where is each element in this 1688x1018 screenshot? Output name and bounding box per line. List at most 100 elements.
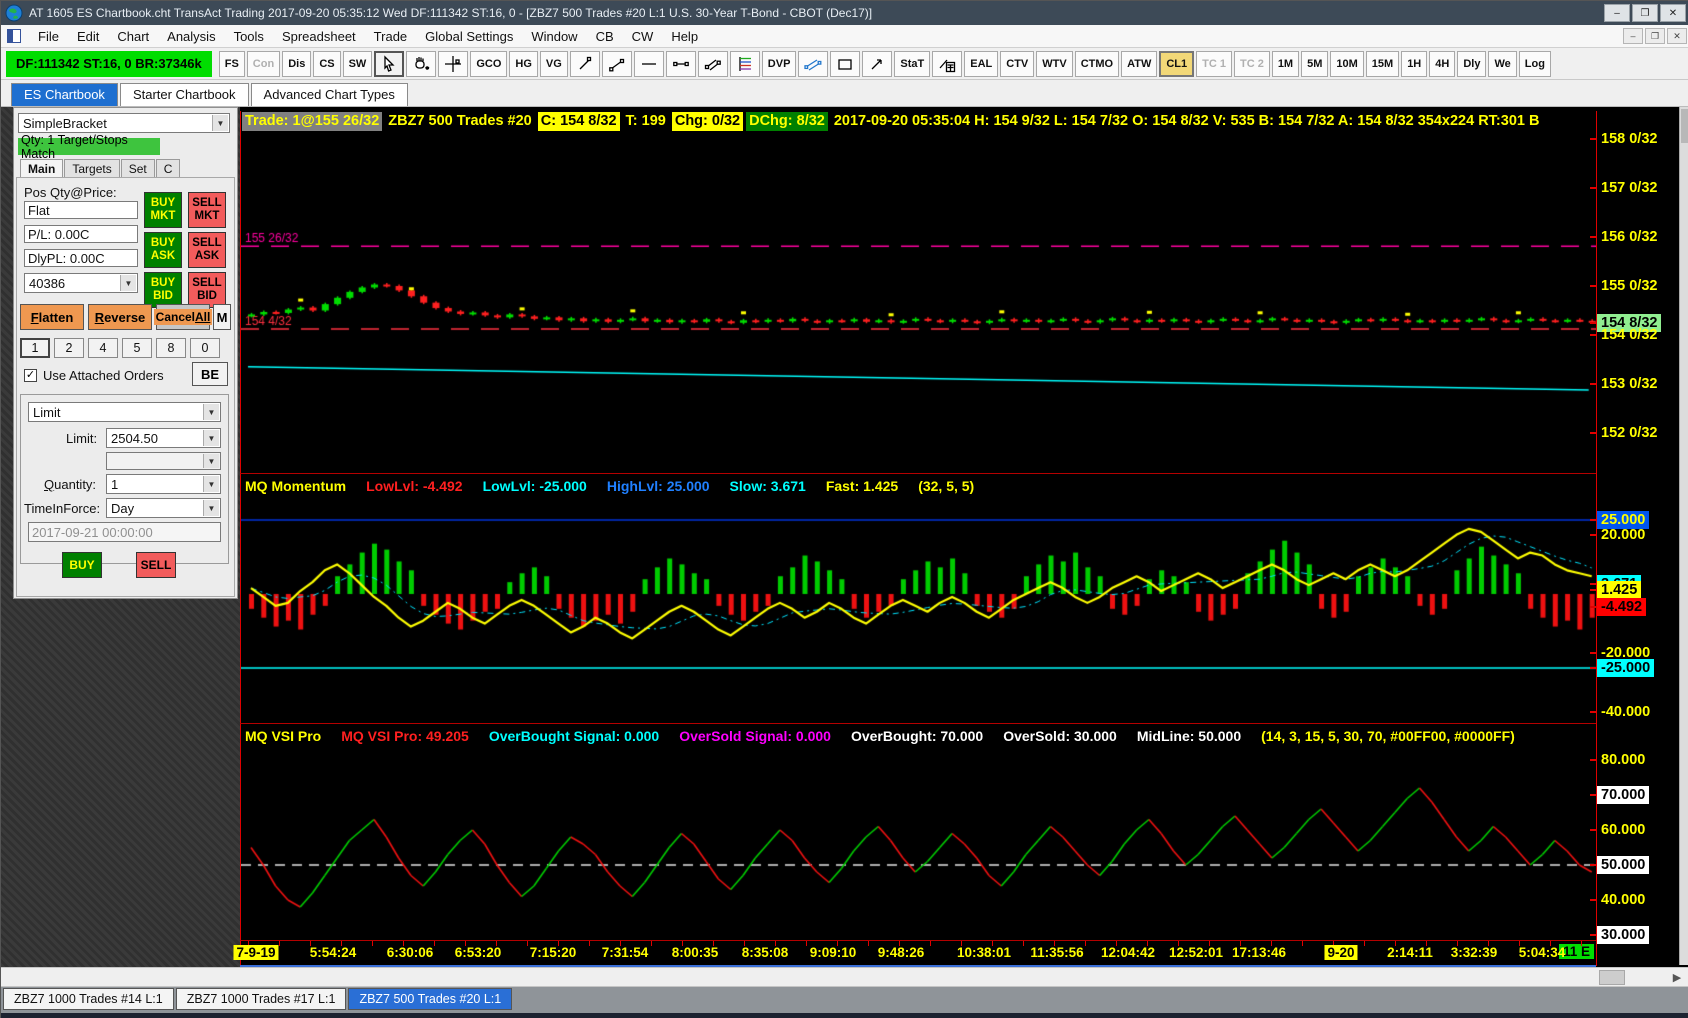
line-segment-icon[interactable] xyxy=(665,50,696,77)
chevron-down-icon[interactable]: ▼ xyxy=(120,275,136,291)
pane-separator[interactable] xyxy=(240,473,1596,474)
vertical-scrollbar[interactable] xyxy=(1679,107,1688,965)
mdi-minimize-button[interactable]: – xyxy=(1623,28,1643,44)
toolbar-button-we[interactable]: We xyxy=(1488,50,1517,77)
toolbar-button-wtv[interactable]: WTV xyxy=(1036,50,1073,77)
panel-tab-main[interactable]: Main xyxy=(20,159,64,178)
horizontal-line-icon[interactable] xyxy=(633,50,664,77)
toolbar-button-10m[interactable]: 10M xyxy=(1330,50,1364,77)
order-type-select[interactable]: Limit ▼ xyxy=(28,402,221,422)
trendline-icon[interactable] xyxy=(569,50,600,77)
buy-bid-button[interactable]: BUY BID xyxy=(144,272,182,308)
qty-preset-2[interactable]: 2 xyxy=(54,338,84,358)
toolbar-button-hg[interactable]: HG xyxy=(509,50,538,77)
reverse-button[interactable]: Reverse xyxy=(88,304,152,330)
toolbar-button-gco[interactable]: GCO xyxy=(470,50,508,77)
sell-ask-button[interactable]: SELL ASK xyxy=(188,232,226,268)
maximize-button[interactable]: ❐ xyxy=(1632,4,1658,22)
scroll-right-arrow-icon[interactable]: ▶ xyxy=(1669,970,1685,985)
be-button[interactable]: BE xyxy=(192,362,228,386)
pl-field[interactable]: P/L: 0.00C xyxy=(24,225,138,243)
panel-tab-targets[interactable]: Targets xyxy=(64,159,120,178)
toolbar-button-cl1[interactable]: CL1 xyxy=(1159,50,1195,77)
horizontal-scrollbar[interactable]: ▶ xyxy=(1,967,1688,987)
pan-hand-icon[interactable] xyxy=(406,50,437,77)
close-button[interactable]: ✕ xyxy=(1660,4,1686,22)
dlypl-field[interactable]: DlyPL: 0.00C xyxy=(24,249,138,267)
limit-price-select[interactable]: 2504.50 ▼ xyxy=(106,428,221,448)
panel-tab-c[interactable]: C xyxy=(155,159,181,178)
toolbar-button-dis[interactable]: Dis xyxy=(282,50,312,77)
qty-preset-0[interactable]: 0 xyxy=(190,338,220,358)
strategy-select[interactable]: SimpleBracket ▼ xyxy=(18,113,230,133)
toolbar-button-eal[interactable]: EAL xyxy=(964,50,999,77)
use-attached-orders[interactable]: ✓ Use Attached Orders xyxy=(24,368,164,383)
sell-button[interactable]: SELL xyxy=(136,552,176,578)
toolbar-button-log[interactable]: Log xyxy=(1518,50,1551,77)
toolbar-button-dvp[interactable]: DVP xyxy=(761,50,797,77)
menu-file[interactable]: File xyxy=(29,27,68,46)
toolbar-button-5m[interactable]: 5M xyxy=(1301,50,1329,77)
menu-chart[interactable]: Chart xyxy=(108,27,158,46)
chart-tab-2[interactable]: ZBZ7 1000 Trades #17 L:1 xyxy=(175,988,347,1010)
menu-edit[interactable]: Edit xyxy=(68,27,108,46)
vertical-scrollbar-thumb[interactable] xyxy=(1681,109,1688,143)
chevron-down-icon[interactable]: ▼ xyxy=(203,430,219,446)
qty-preset-5[interactable]: 5 xyxy=(122,338,152,358)
menu-analysis[interactable]: Analysis xyxy=(158,27,224,46)
panel-tab-set[interactable]: Set xyxy=(120,159,155,178)
toolbar-button-1m[interactable]: 1M xyxy=(1271,50,1300,77)
toolbar-button-stat[interactable]: StaT xyxy=(894,50,931,77)
crosshair-icon[interactable] xyxy=(438,50,469,77)
buy-button[interactable]: BUY xyxy=(62,552,102,578)
line-calc-icon[interactable] xyxy=(932,50,963,77)
menu-cb[interactable]: CB xyxy=(587,27,623,46)
toolbar-button-4h[interactable]: 4H xyxy=(1429,50,1456,77)
minimize-button[interactable]: – xyxy=(1604,4,1630,22)
parallel-lines-icon[interactable] xyxy=(697,50,728,77)
qty-preset-1[interactable]: 1 xyxy=(20,338,50,358)
chevron-down-icon[interactable]: ▼ xyxy=(203,500,219,516)
menu-spreadsheet[interactable]: Spreadsheet xyxy=(273,27,365,46)
price-chart-canvas[interactable] xyxy=(241,131,1596,473)
sell-bid-button[interactable]: SELL BID xyxy=(188,272,226,308)
horizontal-scrollbar-thumb[interactable] xyxy=(1599,970,1625,985)
menu-tools[interactable]: Tools xyxy=(225,27,273,46)
qty-preset-8[interactable]: 8 xyxy=(156,338,186,358)
ray-line-icon[interactable] xyxy=(601,50,632,77)
toolbar-button-15m[interactable]: 15M xyxy=(1365,50,1400,77)
tab-starter-chartbook[interactable]: Starter Chartbook xyxy=(119,83,249,106)
fib-retracement-icon[interactable] xyxy=(729,50,760,77)
menu-window[interactable]: Window xyxy=(522,27,586,46)
cursor-icon[interactable] xyxy=(374,50,405,77)
toolbar-button-dly[interactable]: Dly xyxy=(1457,50,1487,77)
toolbar-button-1h[interactable]: 1H xyxy=(1401,50,1428,77)
qty-preset-4[interactable]: 4 xyxy=(88,338,118,358)
tab-es-chartbook[interactable]: ES Chartbook xyxy=(11,83,118,106)
position-field[interactable]: Flat xyxy=(24,201,138,219)
arrow-icon[interactable] xyxy=(862,50,893,77)
toolbar-button-ctv[interactable]: CTV xyxy=(1000,50,1035,77)
chart-tab-3[interactable]: ZBZ7 500 Trades #20 L:1 xyxy=(348,988,513,1010)
account-select[interactable]: 40386 ▼ xyxy=(24,273,138,293)
buy-ask-button[interactable]: BUY ASK xyxy=(144,232,182,268)
mdi-close-button[interactable]: ✕ xyxy=(1667,28,1687,44)
toolbar-button-sw[interactable]: SW xyxy=(342,50,373,77)
quantity-stepper[interactable]: 1 ▼ xyxy=(106,474,221,494)
sell-mkt-button[interactable]: SELL MKT xyxy=(188,192,226,228)
chevron-down-icon[interactable]: ▼ xyxy=(203,404,219,420)
menu-global-settings[interactable]: Global Settings xyxy=(416,27,522,46)
toolbar-button-cs[interactable]: CS xyxy=(313,50,341,77)
channel-icon[interactable] xyxy=(798,50,829,77)
menu-trade[interactable]: Trade xyxy=(365,27,416,46)
flatten-button[interactable]: Flatten xyxy=(20,304,84,330)
vsi-chart-canvas[interactable] xyxy=(241,747,1596,940)
toolbar-button-ctmo[interactable]: CTMO xyxy=(1074,50,1120,77)
tif-select[interactable]: Day ▼ xyxy=(106,498,221,518)
m-button[interactable]: M xyxy=(213,304,231,330)
cancel-all-button[interactable]: CancelAll xyxy=(153,304,213,330)
momentum-chart-canvas[interactable] xyxy=(241,497,1596,723)
tab-advanced-chart-types[interactable]: Advanced Chart Types xyxy=(250,83,408,106)
toolbar-button-fs[interactable]: FS xyxy=(218,50,245,77)
buy-mkt-button[interactable]: BUY MKT xyxy=(144,192,182,228)
